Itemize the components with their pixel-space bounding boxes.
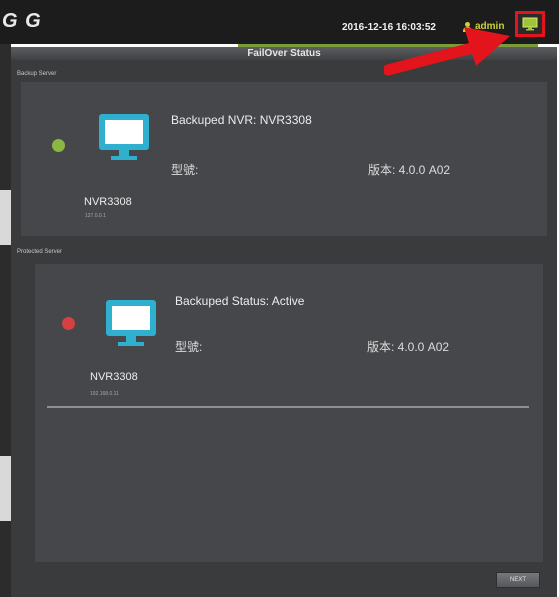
backup-headline: Backuped NVR: NVR3308 xyxy=(171,113,312,127)
monitor-icon xyxy=(99,114,149,160)
monitor-failover-icon xyxy=(522,17,538,31)
backup-server-label: Backup Server xyxy=(17,71,57,77)
background-window-edge xyxy=(0,44,11,597)
backup-model-label: 型號: xyxy=(171,163,199,177)
protected-status-dot xyxy=(62,317,75,330)
protected-headline: Backuped Status: Active xyxy=(175,294,305,308)
next-button[interactable]: NEXT xyxy=(496,572,540,588)
failover-status-button[interactable] xyxy=(515,11,545,37)
protected-model-label: 型號: xyxy=(175,340,203,354)
protected-device-name: NVR3308 xyxy=(90,371,138,383)
monitor-icon xyxy=(106,300,156,346)
divider xyxy=(47,406,529,408)
app-logo: G G xyxy=(2,10,42,32)
backup-server-panel: Backuped NVR: NVR3308 型號: 版本: 4.0.0 A02 … xyxy=(21,82,547,236)
backup-status-dot xyxy=(52,139,65,152)
protected-version: 版本: 4.0.0 A02 xyxy=(367,340,450,354)
protected-server-panel: Backuped Status: Active 型號: 版本: 4.0.0 A0… xyxy=(35,264,543,562)
backup-version: 版本: 4.0.0 A02 xyxy=(368,163,451,177)
backup-device-name: NVR3308 xyxy=(84,196,132,208)
failover-status-dialog: FailOver Status Backup Server Backuped N… xyxy=(11,47,557,597)
annotation-arrow xyxy=(384,27,510,76)
backup-device-ip: 127.0.0.1 xyxy=(85,213,106,219)
protected-server-label: Protected Server xyxy=(17,249,63,255)
protected-device-ip: 192.168.0.11 xyxy=(90,391,119,397)
